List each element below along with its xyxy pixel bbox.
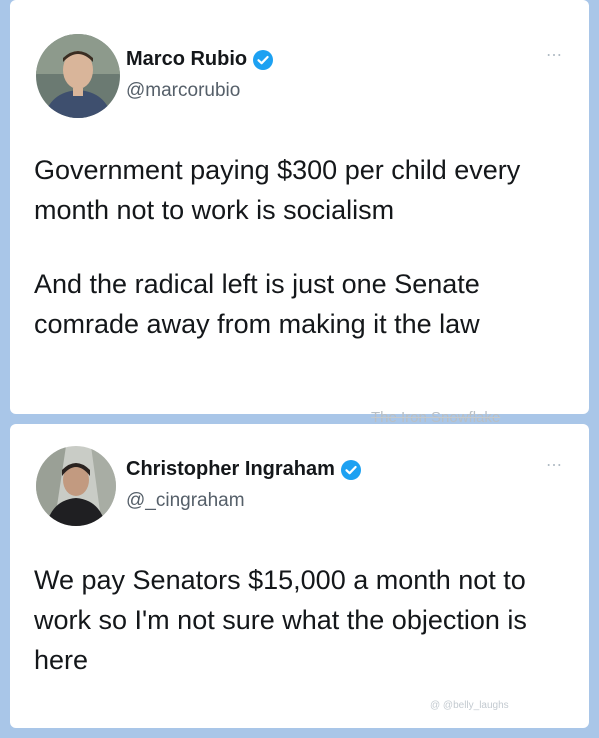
more-options-icon[interactable]: ⋯ [546, 458, 563, 474]
watermark: @ @belly_laughs [430, 700, 509, 711]
tweet-text-paragraph: Government paying $300 per child every m… [34, 155, 521, 225]
verified-badge-icon [253, 49, 274, 70]
avatar[interactable] [36, 446, 116, 526]
tweet-card-rubio[interactable]: Marco Rubio @marcorubio ⋯ Government pay… [10, 0, 589, 414]
author-name[interactable]: Christopher Ingraham [126, 458, 335, 481]
tweet-card-ingraham[interactable]: Christopher Ingraham @_cingraham ⋯ We pa… [10, 424, 589, 728]
verified-badge-icon [340, 459, 361, 480]
author-name[interactable]: Marco Rubio [126, 48, 247, 71]
author-row: Christopher Ingraham [126, 458, 361, 481]
avatar[interactable] [36, 34, 120, 118]
author-handle[interactable]: @marcorubio [126, 80, 240, 102]
author-handle[interactable]: @_cingraham [126, 490, 245, 512]
tweet-text-paragraph: And the radical left is just one Senate … [34, 269, 480, 339]
tweet-text-paragraph: We pay Senators $15,000 a month not to w… [34, 565, 527, 675]
more-options-icon[interactable]: ⋯ [546, 48, 563, 64]
author-row: Marco Rubio [126, 48, 274, 71]
